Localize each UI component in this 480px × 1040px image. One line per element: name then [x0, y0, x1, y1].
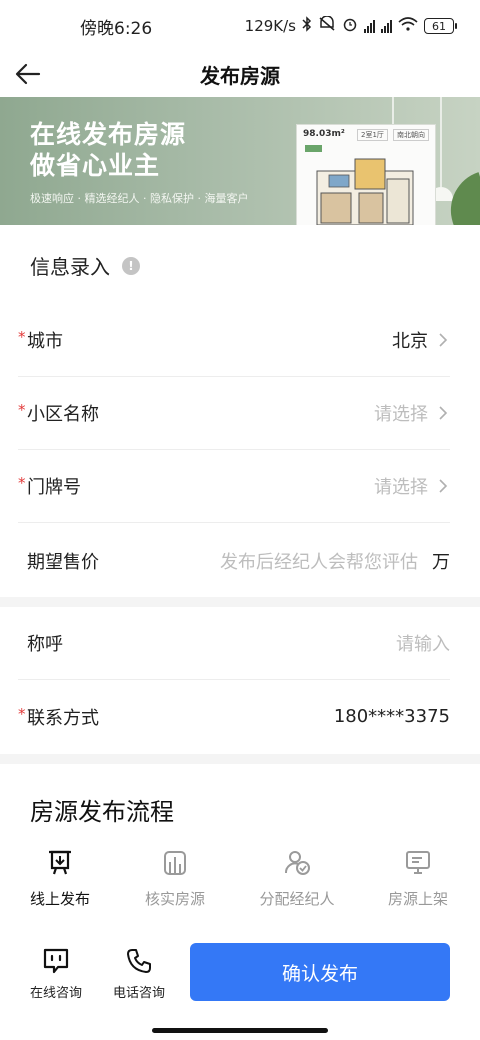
- step-label: 房源上架: [387, 890, 448, 908]
- price-row[interactable]: 期望售价 发布后经纪人会帮您评估 万: [18, 524, 450, 597]
- community-label: 小区名称: [27, 404, 99, 425]
- required-mark: *: [18, 474, 26, 492]
- process-title: 房源发布流程: [30, 798, 174, 826]
- bottom-action-bar: 在线咨询 电话咨询 确认发布: [0, 930, 480, 1040]
- chevron-right-icon: [439, 479, 448, 493]
- city-value[interactable]: 北京: [392, 327, 450, 353]
- step-listing: 房源上架: [363, 848, 473, 909]
- name-input[interactable]: 请输入: [396, 630, 450, 656]
- step-label: 核实房源: [144, 890, 205, 908]
- back-button[interactable]: [12, 58, 44, 90]
- phone-consult-label: 电话咨询: [112, 986, 165, 1001]
- step-online-publish: 线上发布: [5, 848, 115, 909]
- back-arrow-icon: [15, 63, 41, 85]
- banner-headline: 在线发布房源 做省心业主: [30, 119, 186, 181]
- home-indicator[interactable]: [152, 1028, 328, 1033]
- name-row[interactable]: 称呼 请输入: [18, 607, 450, 680]
- contact-input[interactable]: 180****3375: [334, 706, 450, 727]
- required-mark: *: [18, 704, 26, 723]
- online-consult-label: 在线咨询: [29, 986, 82, 1001]
- price-input[interactable]: 发布后经纪人会帮您评估 万: [220, 548, 450, 574]
- banner-headline-line2: 做省心业主: [30, 151, 161, 180]
- door-number-label: 门牌号: [27, 477, 81, 498]
- card-tag: [305, 145, 323, 152]
- floorplan-card: 98.03m² 2室1厅 南北朝向: [296, 124, 436, 225]
- assign-agent-icon: [285, 851, 310, 875]
- required-mark: *: [18, 328, 26, 346]
- door-number-row[interactable]: * 门牌号 请选择: [18, 450, 450, 523]
- community-row[interactable]: * 小区名称 请选择: [18, 377, 450, 450]
- chevron-right-icon: [439, 333, 448, 347]
- required-mark: *: [18, 401, 26, 419]
- process-steps: 线上发布 核实房源 分配经纪人 房源上架: [0, 848, 480, 928]
- page-title: 发布房源: [200, 63, 280, 88]
- network-speed: 129K/s: [244, 17, 296, 35]
- contact-label: 联系方式: [27, 707, 99, 729]
- community-placeholder: 请选择: [374, 404, 428, 425]
- step-label: 分配经纪人: [259, 890, 335, 908]
- step-label: 线上发布: [29, 890, 90, 908]
- publish-icon: [49, 850, 71, 875]
- community-select[interactable]: 请选择: [374, 400, 450, 426]
- mute-icon: [318, 15, 336, 36]
- status-right: 129K/s 61: [244, 15, 457, 36]
- phone-consult-button[interactable]: 电话咨询: [99, 946, 179, 1001]
- card-layout: 2室1厅: [357, 129, 388, 141]
- step-assign-agent: 分配经纪人: [242, 848, 352, 909]
- signal-icon-1: [364, 19, 375, 33]
- price-label: 期望售价: [27, 551, 99, 573]
- wifi-icon: [398, 17, 418, 35]
- status-bar: 傍晚6:26 129K/s 61: [0, 0, 480, 52]
- contact-row[interactable]: * 联系方式 180****3375: [18, 680, 450, 753]
- card-area: 98.03m²: [303, 129, 345, 139]
- door-number-placeholder: 请选择: [374, 477, 428, 498]
- chevron-right-icon: [439, 406, 448, 420]
- city-value-text: 北京: [392, 331, 428, 352]
- alarm-icon: [342, 16, 358, 36]
- section-divider: [0, 597, 480, 607]
- online-consult-button[interactable]: 在线咨询: [16, 946, 96, 1001]
- promo-banner[interactable]: 在线发布房源 做省心业主 极速响应 · 精选经纪人 · 隐私保护 · 海量客户 …: [0, 97, 480, 225]
- banner-subtitle: 极速响应 · 精选经纪人 · 隐私保护 · 海量客户: [30, 192, 249, 205]
- floorplan-image: [316, 158, 414, 225]
- lamp-decoration: [440, 97, 442, 187]
- step-verify: 核实房源: [120, 848, 230, 909]
- info-icon[interactable]: !: [122, 256, 140, 275]
- bluetooth-icon: [302, 16, 312, 36]
- banner-headline-line1: 在线发布房源: [30, 120, 187, 149]
- battery-icon: 61: [424, 18, 457, 34]
- info-section-label: 信息录入: [30, 255, 110, 279]
- section-divider: [0, 754, 480, 764]
- signal-icon-2: [381, 19, 392, 33]
- name-label: 称呼: [27, 634, 63, 655]
- card-orientation: 南北朝向: [393, 129, 429, 141]
- status-time: 傍晚6:26: [80, 18, 153, 39]
- nav-bar: 发布房源: [0, 52, 480, 96]
- listing-monitor-icon: [406, 851, 430, 874]
- verify-building-icon: [164, 851, 186, 875]
- price-placeholder: 发布后经纪人会帮您评估: [220, 551, 418, 573]
- price-unit: 万: [432, 551, 450, 573]
- chat-icon: [43, 948, 69, 974]
- info-section-title: 信息录入 !: [30, 251, 140, 280]
- phone-icon: [127, 949, 151, 973]
- door-number-select[interactable]: 请选择: [374, 473, 450, 499]
- confirm-publish-button[interactable]: 确认发布: [190, 943, 450, 1001]
- city-label: 城市: [27, 331, 63, 352]
- city-row[interactable]: * 城市 北京: [18, 304, 450, 377]
